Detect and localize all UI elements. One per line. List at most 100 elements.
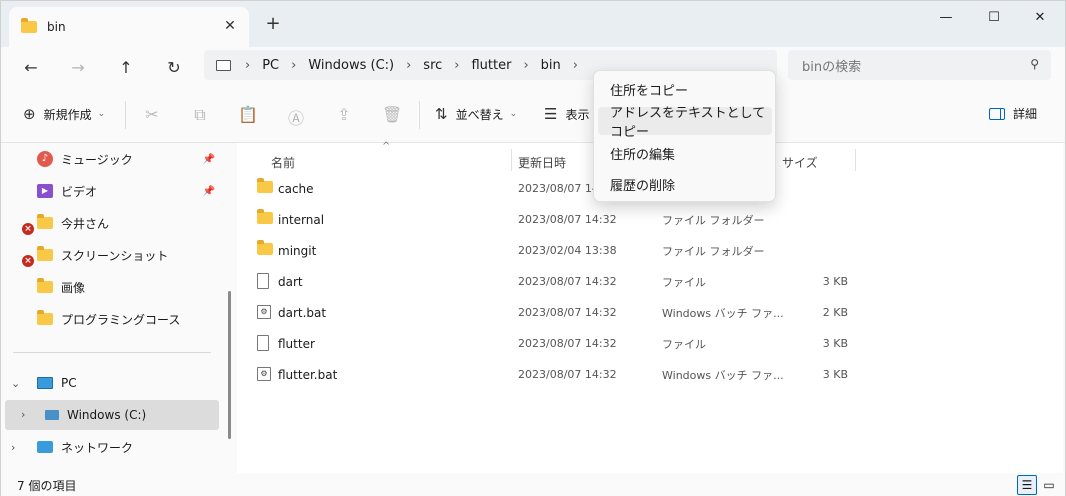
column-header-label: サイズ [782,155,818,170]
breadcrumb-pc[interactable]: PC [262,58,279,73]
file-size: 3 KB [822,275,848,288]
details-button-label: 詳細 [1013,107,1038,121]
breadcrumb-src[interactable]: src [423,58,442,73]
file-size: 3 KB [822,368,848,381]
file-name: dart.bat [278,305,327,320]
sidebar-item-label: スクリーンショット [61,248,169,263]
sidebar-item-label: プログラミングコース [61,312,181,327]
details-view-icon[interactable]: ☰ [1017,475,1037,495]
tiles-view-icon[interactable]: ▭ [1039,475,1059,495]
column-header-name[interactable]: 名前 [271,149,295,175]
sidebar-item-music[interactable]: ♪ ミュージック 📌 [5,144,219,174]
sidebar-item-imai[interactable]: 今井さん [5,208,219,238]
back-button[interactable]: ← [17,53,45,81]
rename-icon[interactable]: Ⓐ [286,105,306,129]
sync-error-icon: × [22,255,34,267]
details-pane-button[interactable]: 詳細 [989,105,1037,122]
sidebar-scrollbar[interactable] [228,291,231,439]
folder-icon [21,18,37,33]
column-header-label: 更新日時 [518,155,567,170]
up-button[interactable]: ↑ [112,53,140,81]
folder-icon [257,209,273,224]
table-row[interactable]: internal 2023/08/07 14:32 ファイル フォルダー [253,204,863,235]
breadcrumb-flutter[interactable]: flutter [471,58,511,73]
folder-icon [37,278,53,293]
table-row[interactable]: mingit 2023/02/04 13:38 ファイル フォルダー [253,235,863,266]
close-tab-icon[interactable]: ✕ [221,18,239,34]
divider [125,101,126,129]
forward-button[interactable]: → [64,53,92,81]
menu-item-delete-history[interactable]: 履歴の削除 [598,170,772,198]
view-button-label: 表示 [565,107,590,122]
video-icon: ▶ [37,184,53,198]
new-button[interactable]: ⊕ 新規作成 ⌄ [23,105,105,123]
search-input[interactable]: binの検索 ⚲ [788,50,1051,80]
navigation-pane: ♪ ミュージック 📌 ▶ ビデオ 📌 今井さん × スクリーンショット × 画像… [1,143,235,473]
pc-icon [37,377,53,389]
chevron-right-icon[interactable]: › [21,408,25,421]
menu-item-label: アドレスをテキストとしてコピー [610,106,766,140]
folder-icon [37,310,53,325]
file-name: mingit [278,243,317,258]
column-divider[interactable] [855,149,856,171]
folder-icon [37,214,53,229]
chevron-down-icon: ⌄ [97,109,106,119]
sidebar-item-windows-c[interactable]: › Windows (C:) [5,400,219,430]
file-date: 2023/08/07 14:32 [518,337,617,350]
maximize-button[interactable]: ☐ [971,1,1017,33]
column-header-date[interactable]: 更新日時 [518,149,566,175]
sidebar-item-label: 今井さん [61,216,110,231]
share-icon[interactable]: ⇪ [334,105,354,124]
table-row[interactable]: dart 2023/08/07 14:32 ファイル 3 KB [253,266,863,297]
copy-icon[interactable]: ⧉ [190,105,210,125]
file-date: 2023/08/07 14:32 [518,306,617,319]
chevron-right-icon: › [406,57,412,73]
new-button-label: 新規作成 [43,107,92,122]
sort-button[interactable]: ⇅ 並べ替え ⌄ [435,105,517,123]
paste-icon[interactable]: 📋 [238,105,258,124]
menu-item-edit-address[interactable]: 住所の編集 [598,139,772,167]
divider [419,101,420,129]
file-date: 2023/08/07 14:32 [518,275,617,288]
pin-icon: 📌 [202,153,215,165]
breadcrumb-bin[interactable]: bin [541,58,561,73]
sidebar-item-programming-course[interactable]: プログラミングコース [5,304,219,334]
view-button[interactable]: ☰ 表示 [544,105,589,123]
pc-icon [216,59,231,71]
search-placeholder: binの検索 [802,59,862,75]
close-window-button[interactable]: ✕ [1017,1,1063,33]
sidebar-item-pc[interactable]: PC [5,368,219,398]
menu-item-copy-address[interactable]: 住所をコピー [598,75,772,103]
chevron-right-icon[interactable]: › [573,58,578,73]
file-name: flutter.bat [278,367,338,382]
sort-icon: ⇅ [435,105,448,123]
sidebar-item-label: PC [61,376,77,390]
tab-bin[interactable]: bin ✕ [9,7,249,47]
file-size: 3 KB [822,337,848,350]
chevron-right-icon: › [454,57,460,73]
menu-item-copy-address-as-text[interactable]: アドレスをテキストとしてコピー [598,106,772,140]
tab-bar: bin ✕ + — ☐ ✕ [1,1,1065,47]
minimize-button[interactable]: — [923,1,969,33]
command-bar: ⊕ 新規作成 ⌄ ✂ ⧉ 📋 Ⓐ ⇪ 🗑 ⇅ 並べ替え ⌄ ☰ 表示 詳細 [1,87,1065,143]
folder-icon [37,246,53,261]
sidebar-item-video[interactable]: ▶ ビデオ 📌 [5,176,219,206]
column-header-size[interactable]: サイズ [782,149,818,175]
tab-title: bin [47,20,66,34]
cut-icon[interactable]: ✂ [142,105,162,124]
sidebar-item-network[interactable]: ネットワーク [5,432,219,462]
table-row[interactable]: flutter 2023/08/07 14:32 ファイル 3 KB [253,328,863,359]
table-row[interactable]: ⚙ dart.bat 2023/08/07 14:32 Windows バッチ … [253,297,863,328]
sidebar-item-pictures[interactable]: 画像 [5,272,219,302]
column-divider[interactable] [511,149,512,171]
details-pane-icon [989,107,1005,120]
new-tab-button[interactable]: + [263,15,283,33]
breadcrumb-windows-c[interactable]: Windows (C:) [308,58,394,73]
file-icon [257,273,269,289]
table-row[interactable]: ⚙ flutter.bat 2023/08/07 14:32 Windows バ… [253,359,863,390]
refresh-button[interactable]: ↻ [160,53,188,81]
sidebar-item-label: 画像 [61,280,86,295]
address-context-menu: 住所をコピー アドレスをテキストとしてコピー 住所の編集 履歴の削除 [593,70,776,202]
delete-icon[interactable]: 🗑 [382,105,402,124]
sidebar-item-screenshots[interactable]: スクリーンショット [5,240,219,270]
